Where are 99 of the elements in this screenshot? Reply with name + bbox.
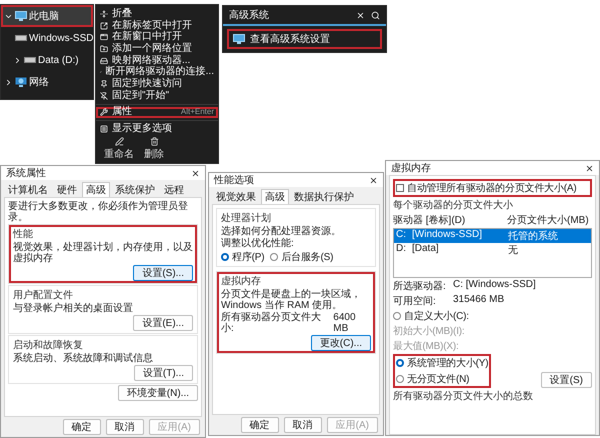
- radio-option[interactable]: 自定义大小(C):: [393, 309, 592, 323]
- drive-row[interactable]: D: [Data] 无: [394, 243, 591, 257]
- menu-item[interactable]: 添加一个网络位置: [96, 43, 218, 55]
- menu-item[interactable]: 显示更多选项: [96, 123, 218, 135]
- dialog-tab[interactable]: 远程: [160, 182, 188, 197]
- checkbox[interactable]: [396, 184, 404, 192]
- field-label: 初始大小(MB)(I):: [393, 324, 466, 338]
- column-header: 分页文件大小(MB): [507, 214, 590, 227]
- pin-icon: [100, 80, 108, 88]
- wrench-icon: [100, 108, 108, 116]
- group-title: 处理器计划: [221, 212, 272, 225]
- dialog-tab[interactable]: 视觉效果: [212, 189, 260, 204]
- radio-option[interactable]: 无分页文件(N): [396, 372, 488, 386]
- menu-item[interactable]: 在新窗口中打开: [96, 31, 218, 44]
- monitor-icon: [233, 34, 245, 44]
- group-description: 系统启动、系统故障和调试信息: [13, 353, 154, 364]
- radio-icon[interactable]: [396, 375, 404, 383]
- dialog-button[interactable]: 确定: [240, 417, 279, 433]
- search-result[interactable]: 查看高级系统设置: [227, 29, 382, 49]
- menu-item[interactable]: 在新标签页中打开: [96, 20, 218, 32]
- dialog-tab[interactable]: 数据执行保护: [290, 189, 358, 204]
- close-icon[interactable]: [585, 164, 594, 172]
- drive-icon: [100, 56, 108, 65]
- dialog-button[interactable]: 取消: [106, 419, 144, 435]
- column-header: 驱动器 [卷标](D): [393, 214, 466, 227]
- menu-item[interactable]: 断开网络驱动器的连接...: [96, 66, 218, 78]
- drive-icon: [24, 56, 36, 64]
- dialog-tab[interactable]: 计算机名: [4, 182, 52, 197]
- menu-action[interactable]: 重命名: [104, 137, 134, 161]
- group-description: 与登录帐户相关的桌面设置: [13, 303, 134, 314]
- field-value: C: [Windows-SSD]: [453, 279, 537, 292]
- dialog-button[interactable]: 确定: [62, 419, 101, 435]
- field-label: 最大值(MB)(X):: [393, 340, 460, 353]
- group-title: 用户配置文件: [13, 288, 74, 302]
- group-title: 性能: [13, 228, 34, 241]
- menu-item[interactable]: 折叠: [96, 8, 218, 20]
- size-value: 6400 MB: [333, 312, 357, 334]
- admin-note: 要进行大多数更改，你必须作为管理员登录。: [8, 201, 189, 223]
- radio-icon[interactable]: [396, 359, 404, 367]
- fold-icon: [100, 10, 108, 18]
- settings-button[interactable]: 设置(S)...: [133, 265, 193, 281]
- tree-item[interactable]: 此电脑: [1, 5, 93, 27]
- radio-option[interactable]: 程序(P): [221, 250, 264, 264]
- prompt-text: 调整以优化性能:: [221, 238, 295, 249]
- radio-icon[interactable]: [221, 253, 229, 261]
- window-title: 性能选项: [214, 174, 254, 187]
- search-icon[interactable]: [371, 10, 380, 20]
- group-title: 每个驱动器的分页文件大小: [393, 198, 514, 212]
- tree-item[interactable]: Windows-SSD: [1, 27, 93, 49]
- dialog-tab[interactable]: 系统保护: [111, 182, 159, 197]
- drive-row[interactable]: C: [Windows-SSD] 托管的系统: [394, 229, 591, 243]
- group-description: 选择如何分配处理器资源。: [221, 226, 342, 237]
- radio-option[interactable]: 后台服务(S): [270, 250, 334, 264]
- dialog-tab[interactable]: 硬件: [53, 182, 81, 197]
- dialog-tab[interactable]: 高级: [261, 189, 289, 204]
- group-title: 虚拟内存: [221, 274, 262, 288]
- set-button[interactable]: 设置(S): [540, 372, 592, 388]
- menu-item[interactable]: 固定到"开始": [96, 90, 218, 102]
- chevron-right-icon[interactable]: [4, 78, 13, 86]
- monitor-icon: [15, 11, 27, 21]
- settings-button[interactable]: 设置(E)...: [133, 315, 193, 331]
- tree-item[interactable]: 网络: [1, 71, 93, 93]
- window-title: 虚拟内存: [391, 162, 431, 175]
- group-description: 视觉效果，处理器计划，内存使用，以及虚拟内存: [13, 242, 193, 264]
- group-title: 启动和故障恢复: [13, 338, 84, 352]
- menu-item[interactable]: 属性 Alt+Enter: [96, 106, 218, 118]
- chevron-right-icon[interactable]: [13, 56, 22, 64]
- change-button[interactable]: 更改(C)...: [310, 335, 371, 351]
- search-field[interactable]: 高级系统: [223, 6, 386, 26]
- network-icon: [15, 77, 27, 87]
- menu-item[interactable]: 固定到快速访问: [96, 78, 218, 90]
- menu-icon: [100, 125, 108, 134]
- tree-item[interactable]: Data (D:): [1, 49, 93, 71]
- settings-button[interactable]: 设置(T)...: [134, 365, 193, 381]
- dialog-button[interactable]: 取消: [284, 417, 322, 433]
- radio-icon[interactable]: [393, 312, 401, 320]
- field-value: 315466 MB: [453, 294, 506, 307]
- checkbox-option[interactable]: 自动管理所有驱动器的分页文件大小(A): [396, 181, 589, 195]
- window-title: 系统属性: [6, 166, 46, 180]
- menu-item[interactable]: 映射网络驱动器...: [96, 54, 218, 67]
- group-description: 分页文件是硬盘上的一块区域，Windows 当作 RAM 使用。: [221, 289, 362, 311]
- field-label: 可用空间:: [393, 294, 437, 308]
- size-label: 所有驱动器分页文件大小:: [221, 312, 322, 334]
- radio-option[interactable]: 系统管理的大小(Y): [396, 356, 488, 370]
- pin-icon: [100, 92, 108, 100]
- close-icon[interactable]: [369, 176, 378, 184]
- window-icon: [100, 33, 108, 42]
- menu-action[interactable]: 删除: [144, 137, 164, 161]
- trash-icon: [150, 137, 158, 146]
- radio-icon[interactable]: [270, 253, 278, 261]
- drive-icon: [15, 34, 27, 42]
- env-variables-button[interactable]: 环境变量(N)...: [118, 385, 198, 401]
- group-title: 所有驱动器分页文件大小的总数: [393, 390, 534, 403]
- pen-icon: [114, 137, 124, 146]
- open-tab-icon: [100, 22, 108, 30]
- dialog-tab[interactable]: 高级: [82, 182, 110, 197]
- close-icon[interactable]: [191, 168, 200, 178]
- folder-plus-icon: [100, 44, 108, 53]
- field-label: 所选驱动器:: [393, 280, 447, 293]
